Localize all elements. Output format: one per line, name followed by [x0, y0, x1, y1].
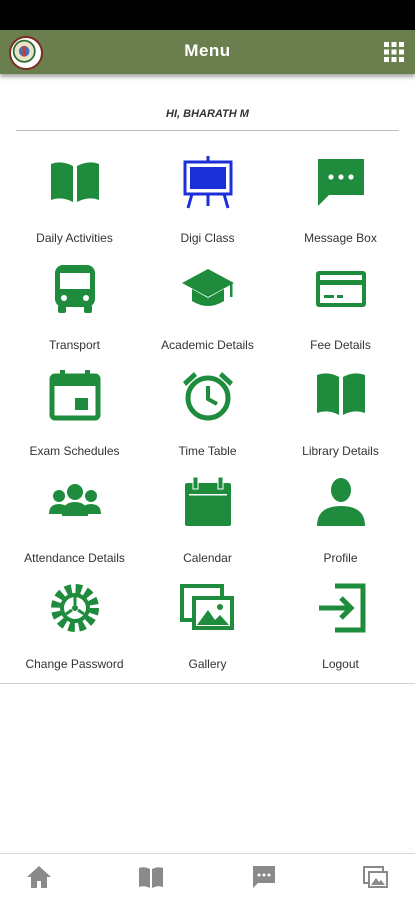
menu-label: Message Box: [304, 231, 377, 245]
menu-profile[interactable]: Profile: [274, 468, 407, 575]
gallery-icon: [362, 866, 388, 888]
menu-change-password[interactable]: Change Password: [8, 574, 141, 681]
menu-label: Library Details: [302, 444, 379, 458]
app-bar: Menu: [0, 30, 415, 74]
menu-label: Fee Details: [310, 337, 371, 352]
group-people-icon: [48, 483, 101, 516]
menu-calendar[interactable]: Calendar: [141, 468, 274, 575]
menu-transport[interactable]: Transport: [8, 255, 141, 362]
menu-label: Transport: [49, 337, 100, 352]
credit-card-icon: [315, 270, 366, 307]
home-icon: [27, 866, 51, 888]
menu-fee-details[interactable]: Fee Details: [274, 255, 407, 362]
menu-academic-details[interactable]: Academic Details: [141, 255, 274, 362]
alarm-clock-icon: [182, 372, 233, 421]
menu-logout[interactable]: Logout: [274, 574, 407, 681]
bus-icon: [54, 264, 95, 313]
divider: [0, 683, 415, 684]
menu-label: Gallery: [188, 657, 227, 671]
nav-gallery-button[interactable]: [361, 854, 391, 900]
calendar-event-icon: [49, 370, 100, 421]
digi-board-icon: [183, 156, 232, 209]
menu-exam-schedules[interactable]: Exam Schedules: [8, 361, 141, 468]
menu-label: Change Password: [25, 657, 124, 671]
grid-icon: [384, 42, 404, 62]
bottom-navigation: [0, 853, 415, 900]
photo-gallery-icon: [179, 584, 234, 630]
nav-home-button[interactable]: [24, 854, 54, 900]
chat-icon: [252, 866, 275, 888]
book-icon: [139, 867, 164, 888]
grid-menu-button[interactable]: [381, 39, 407, 65]
menu-grid: Daily Activities Digi Class Message Box: [8, 148, 408, 681]
nav-book-button[interactable]: [136, 854, 166, 900]
menu-label: Academic Details: [161, 337, 254, 352]
logout-icon: [318, 583, 365, 633]
menu-label: Daily Activities: [36, 231, 113, 245]
menu-library-details[interactable]: Library Details: [274, 361, 407, 468]
menu-label: Time Table: [178, 444, 237, 458]
menu-time-table[interactable]: Time Table: [141, 361, 274, 468]
menu-label: Profile: [323, 550, 358, 565]
menu-digi-class[interactable]: Digi Class: [141, 148, 274, 255]
chat-bubble-icon: [317, 159, 364, 206]
graduation-cap-icon: [181, 268, 234, 306]
menu-daily-activities[interactable]: Daily Activities: [8, 148, 141, 255]
calendar-icon: [184, 476, 231, 526]
menu-label: Exam Schedules: [29, 444, 120, 458]
open-book-icon: [50, 162, 99, 202]
user-greeting: HI, BHARATH M: [166, 108, 249, 120]
menu-gallery[interactable]: Gallery: [141, 574, 274, 681]
menu-attendance-details[interactable]: Attendance Details: [8, 468, 141, 575]
gear-icon: [50, 584, 99, 632]
menu-label: Attendance Details: [24, 550, 125, 565]
menu-label: Logout: [322, 657, 359, 671]
person-icon: [316, 477, 365, 526]
menu-message-box[interactable]: Message Box: [274, 148, 407, 255]
status-bar: [0, 0, 415, 30]
book-icon: [316, 373, 365, 415]
page-title: Menu: [184, 41, 231, 60]
menu-label: Digi Class: [180, 231, 235, 245]
divider: [16, 130, 399, 131]
menu-label: Calendar: [183, 550, 232, 565]
nav-chat-button[interactable]: [249, 854, 279, 900]
